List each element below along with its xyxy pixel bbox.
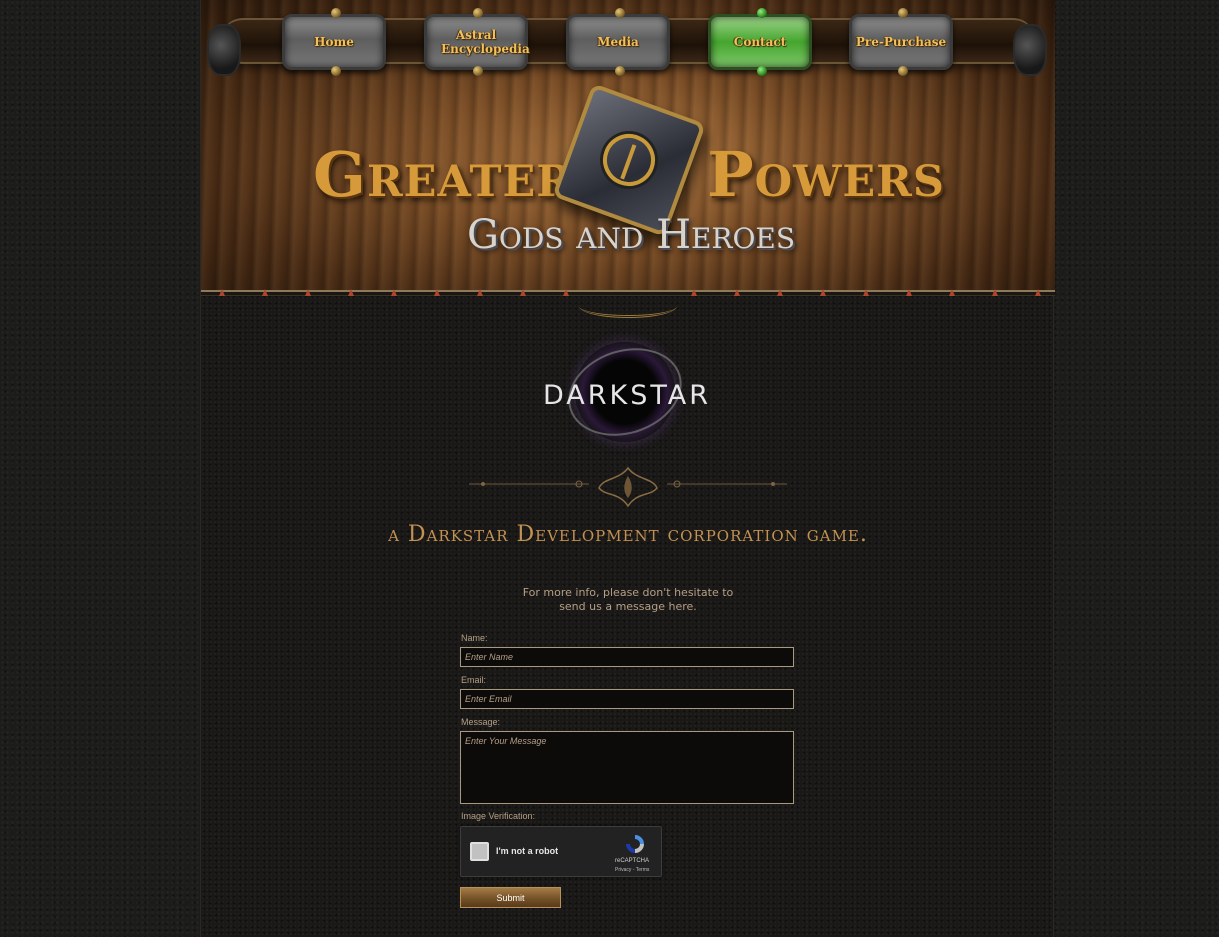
recaptcha-label: I'm not a robot (496, 846, 559, 856)
rail-cap-left-icon (207, 24, 241, 76)
stud-icon (615, 66, 625, 76)
spike-icon (434, 289, 440, 296)
nav-contact[interactable]: Contact (708, 8, 812, 76)
spike-icon (691, 289, 697, 296)
nav-pre-purchase[interactable]: Pre-Purchase (849, 8, 953, 76)
stud-icon (898, 66, 908, 76)
spike-icon (305, 289, 311, 296)
spike-icon (820, 289, 826, 296)
name-field[interactable] (460, 647, 794, 667)
page-container: Home Astral Encyclopedia Media Contact P… (200, 0, 1055, 937)
nav-home-label: Home (314, 35, 354, 49)
stud-icon (757, 66, 767, 76)
nav-home[interactable]: Home (282, 8, 386, 76)
recaptcha-logo-icon (626, 835, 644, 853)
spike-icon (949, 289, 955, 296)
spike-icon (563, 289, 569, 296)
tagline: a Darkstar Development corporation game. (388, 522, 868, 547)
banner-header: Home Astral Encyclopedia Media Contact P… (201, 0, 1055, 293)
stud-icon (331, 66, 341, 76)
nav-astral-encyclopedia[interactable]: Astral Encyclopedia (424, 8, 530, 76)
nav-astral-encyclopedia-label: Astral Encyclopedia (441, 28, 530, 56)
spike-icon (863, 289, 869, 296)
banner-title-left: Greater (313, 138, 573, 211)
recaptcha-widget: I'm not a robot reCAPTCHA Privacy - Term… (460, 826, 662, 877)
name-label: Name: (461, 633, 488, 643)
nav-media-label: Media (597, 35, 639, 49)
spike-icon (777, 289, 783, 296)
stud-icon (473, 8, 483, 18)
banner-title-right: Powers (707, 138, 945, 211)
darkstar-logo-text: DARKSTAR (542, 380, 712, 411)
spike-icon (520, 289, 526, 296)
spike-icon (906, 289, 912, 296)
spike-icon (1035, 289, 1041, 296)
stud-icon (898, 8, 908, 18)
spike-icon (348, 289, 354, 296)
message-label: Message: (461, 717, 501, 727)
spike-icon (219, 289, 225, 296)
spike-icon (391, 289, 397, 296)
submit-button[interactable]: Submit (460, 887, 561, 908)
info-text: For more info, please don't hesitate to … (503, 586, 753, 614)
banner-subtitle: Gods and Heroes (466, 212, 796, 258)
recaptcha-links[interactable]: Privacy - Terms (615, 867, 649, 873)
verification-label: Image Verification: (461, 811, 536, 821)
stud-icon (615, 8, 625, 18)
spike-icon (734, 289, 740, 296)
flourish-divider-icon (469, 466, 787, 508)
message-field[interactable] (460, 731, 794, 804)
email-field[interactable] (460, 689, 794, 709)
nav-contact-label: Contact (733, 35, 787, 49)
nav-media[interactable]: Media (566, 8, 670, 76)
rail-cap-right-icon (1013, 24, 1047, 76)
stud-icon (757, 8, 767, 18)
email-label: Email: (461, 675, 487, 685)
recaptcha-brand: reCAPTCHA (615, 858, 650, 864)
stud-icon (331, 8, 341, 18)
info-line-1: For more info, please don't hesitate to (522, 586, 734, 599)
recaptcha-checkbox[interactable] (470, 842, 489, 861)
spike-icon (477, 289, 483, 296)
stud-icon (473, 66, 483, 76)
info-line-2: send us a message here. (559, 600, 697, 613)
nav-pre-purchase-label: Pre-Purchase (855, 35, 947, 49)
spike-icon (262, 289, 268, 296)
compass-emblem-icon (595, 126, 663, 194)
ornament-icon (579, 294, 677, 318)
spike-icon (992, 289, 998, 296)
darkstar-logo: DARKSTAR (531, 334, 723, 450)
